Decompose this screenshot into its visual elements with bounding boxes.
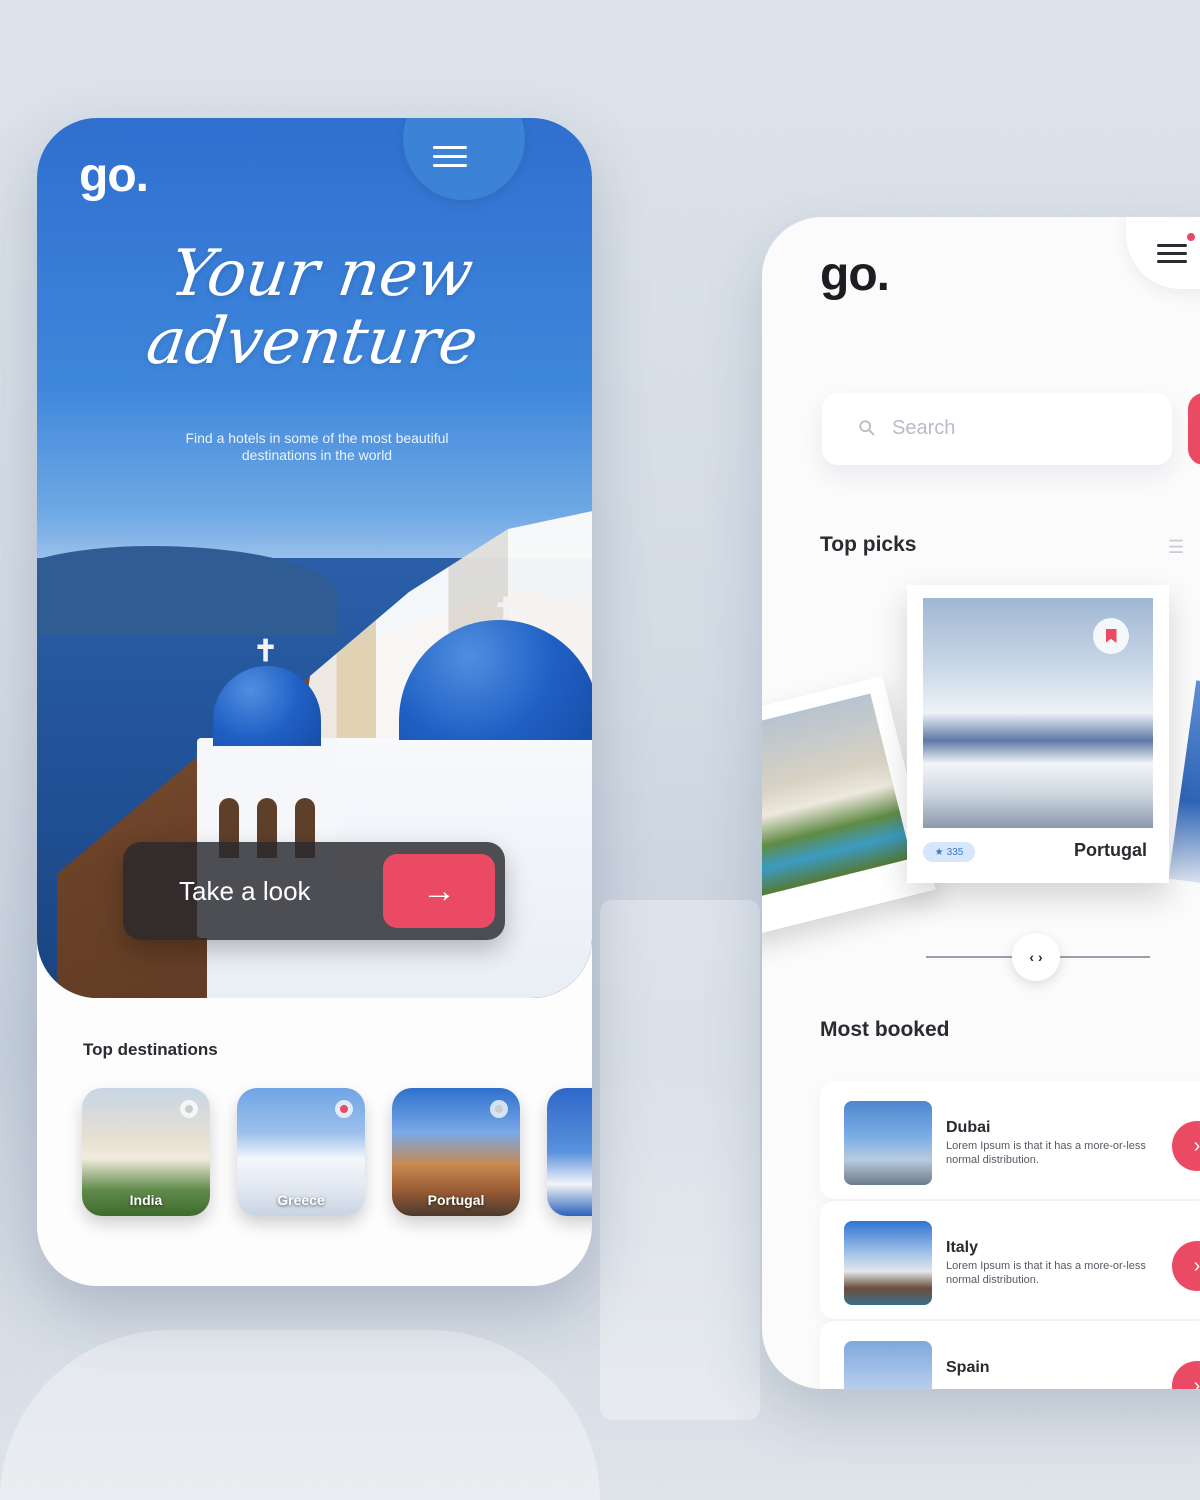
- cross-icon: ✝: [493, 593, 519, 626]
- top-destinations-heading: Top destinations: [83, 1040, 218, 1059]
- destinations-carousel[interactable]: India Greece Portugal: [82, 1088, 592, 1220]
- destination-label: Greece: [277, 1192, 325, 1208]
- destination-label: Portugal: [427, 1192, 485, 1208]
- list-item-description: Lorem Ipsum is that it has a more-or-les…: [946, 1140, 1146, 1166]
- search-screen: go. Search Top picks ☰ ★ 335 Portugal ‹ …: [762, 217, 1200, 1389]
- destination-card-portugal[interactable]: Portugal: [392, 1088, 520, 1216]
- search-icon: [859, 420, 875, 436]
- rating-badge: ★ 335: [923, 842, 975, 862]
- hamburger-menu-icon[interactable]: [1157, 244, 1187, 264]
- list-item-spain[interactable]: Spain ›: [820, 1321, 1200, 1389]
- destination-label: India: [129, 1192, 163, 1208]
- hero-image: ✝ ✝ go. Your new adventure Find a hotels…: [37, 118, 592, 998]
- carousel-nav-icon[interactable]: ‹ ›: [1012, 933, 1060, 981]
- cross-icon: ✝: [253, 635, 279, 668]
- top-pick-card-portugal[interactable]: ★ 335 Portugal: [907, 585, 1169, 883]
- logo: go.: [79, 149, 149, 202]
- destination-card-india[interactable]: India: [82, 1088, 210, 1216]
- list-item-italy[interactable]: Italy Lorem Ipsum is that it has a more-…: [820, 1201, 1200, 1319]
- destination-thumbnail: [844, 1101, 932, 1185]
- take-a-look-label: Take a look: [179, 876, 311, 906]
- radio-icon[interactable]: [180, 1100, 198, 1118]
- carousel-track: [926, 956, 1012, 958]
- filter-button[interactable]: [1188, 393, 1200, 465]
- radio-icon[interactable]: [490, 1100, 508, 1118]
- destination-thumbnail: [844, 1341, 932, 1389]
- star-icon: ★: [934, 846, 944, 858]
- sort-icon[interactable]: ☰: [1168, 537, 1200, 557]
- list-item-dubai[interactable]: Dubai Lorem Ipsum is that it has a more-…: [820, 1081, 1200, 1199]
- search-placeholder: Search: [892, 417, 956, 439]
- radio-selected-icon[interactable]: [335, 1100, 353, 1118]
- list-item-description: Lorem Ipsum is that it has a more-or-les…: [946, 1260, 1146, 1286]
- most-booked-heading: Most booked: [820, 1018, 950, 1041]
- list-item-title: Spain: [946, 1359, 990, 1376]
- chevron-right-icon[interactable]: ›: [1172, 1361, 1200, 1389]
- search-input[interactable]: Search: [822, 393, 1172, 465]
- carousel-track: [1060, 956, 1150, 958]
- hero-title: Your new adventure: [142, 237, 483, 379]
- bookmark-icon[interactable]: [1093, 618, 1129, 654]
- chevron-right-icon[interactable]: ›: [1172, 1241, 1200, 1291]
- background-building: [600, 900, 760, 1420]
- top-pick-name: Portugal: [1073, 840, 1147, 860]
- take-a-look-button[interactable]: Take a look →: [123, 842, 505, 940]
- top-picks-heading: Top picks: [820, 533, 917, 556]
- destination-card-greece[interactable]: Greece: [237, 1088, 365, 1216]
- list-item-title: Italy: [946, 1239, 979, 1256]
- notification-dot: [1187, 233, 1195, 241]
- top-pick-image: [762, 693, 912, 900]
- destination-card-partial[interactable]: [547, 1088, 592, 1216]
- arrow-right-icon[interactable]: →: [383, 854, 495, 928]
- chevron-right-icon[interactable]: ›: [1172, 1121, 1200, 1171]
- hero-subtitle: Find a hotels in some of the most beauti…: [185, 430, 449, 463]
- top-pick-card-next[interactable]: [1168, 680, 1200, 890]
- logo: go.: [820, 248, 890, 301]
- home-screen: ✝ ✝ go. Your new adventure Find a hotels…: [37, 118, 592, 1286]
- list-item-title: Dubai: [946, 1119, 991, 1136]
- hamburger-menu-icon[interactable]: [433, 146, 467, 168]
- background-dome: [0, 1330, 600, 1500]
- destination-thumbnail: [844, 1221, 932, 1305]
